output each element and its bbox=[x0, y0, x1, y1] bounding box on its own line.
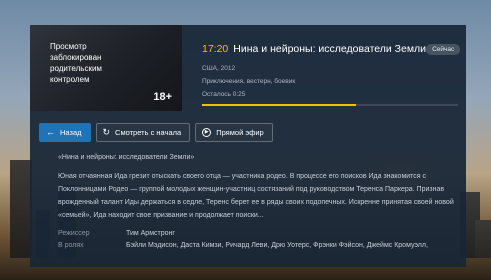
director-label: Режиссер bbox=[58, 230, 90, 237]
credits: Режиссер Тим Армстронг В ролях Бэйли Мэд… bbox=[58, 230, 428, 254]
genres: Приключения, вестерн, боевик bbox=[202, 78, 296, 85]
progress-fill bbox=[202, 104, 356, 106]
age-rating-badge: 18+ bbox=[153, 91, 172, 103]
program-start-time: 17:20 bbox=[202, 43, 229, 55]
live-button-label: Прямой эфир bbox=[216, 128, 264, 137]
cast-row: В ролях Бэйли Мэдисон, Даста Кимзи, Рича… bbox=[58, 242, 428, 249]
program-info: 17:20 Нина и нейроны: исследователи Земл… bbox=[202, 43, 461, 106]
program-poster: Просмотр заблокирован родительским контр… bbox=[30, 25, 182, 111]
play-icon: ▶ bbox=[202, 128, 212, 137]
program-title: Нина и нейроны: исследователи Земли bbox=[233, 43, 427, 55]
program-details-panel: Просмотр заблокирован родительским контр… bbox=[30, 25, 466, 267]
back-button[interactable]: ← Назад bbox=[39, 123, 91, 142]
back-button-label: Назад bbox=[60, 128, 82, 137]
restart-button[interactable]: ↻ Смотреть с начала bbox=[95, 123, 191, 142]
time-remaining: Осталось 0:25 bbox=[202, 91, 246, 98]
director-row: Режиссер Тим Армстронг bbox=[58, 230, 428, 237]
parental-control-message: Просмотр заблокирован родительским контр… bbox=[50, 42, 102, 84]
title-row: 17:20 Нина и нейроны: исследователи Земл… bbox=[202, 43, 461, 55]
action-buttons: ← Назад ↻ Смотреть с начала ▶ Прямой эфи… bbox=[39, 123, 273, 142]
restart-icon: ↻ bbox=[102, 127, 111, 137]
cast-names: Бэйли Мэдисон, Даста Кимзи, Ричард Леви,… bbox=[126, 242, 428, 249]
arrow-left-icon: ← bbox=[46, 127, 55, 137]
director-name: Тим Армстронг bbox=[126, 230, 175, 237]
country-year: США, 2012 bbox=[202, 65, 236, 72]
now-badge: Сейчас bbox=[426, 43, 461, 55]
progress-bar bbox=[202, 104, 458, 106]
description-body: Юная отчаянная Ида грезит отыскать своег… bbox=[58, 173, 454, 219]
cast-label: В ролях bbox=[58, 242, 84, 249]
restart-button-label: Смотреть с начала bbox=[115, 128, 182, 137]
description-title: «Нина и нейроны: исследователи Земли» bbox=[58, 154, 195, 161]
program-description: «Нина и нейроны: исследователи Земли» Юн… bbox=[58, 154, 460, 222]
live-button[interactable]: ▶ Прямой эфир bbox=[195, 123, 273, 142]
